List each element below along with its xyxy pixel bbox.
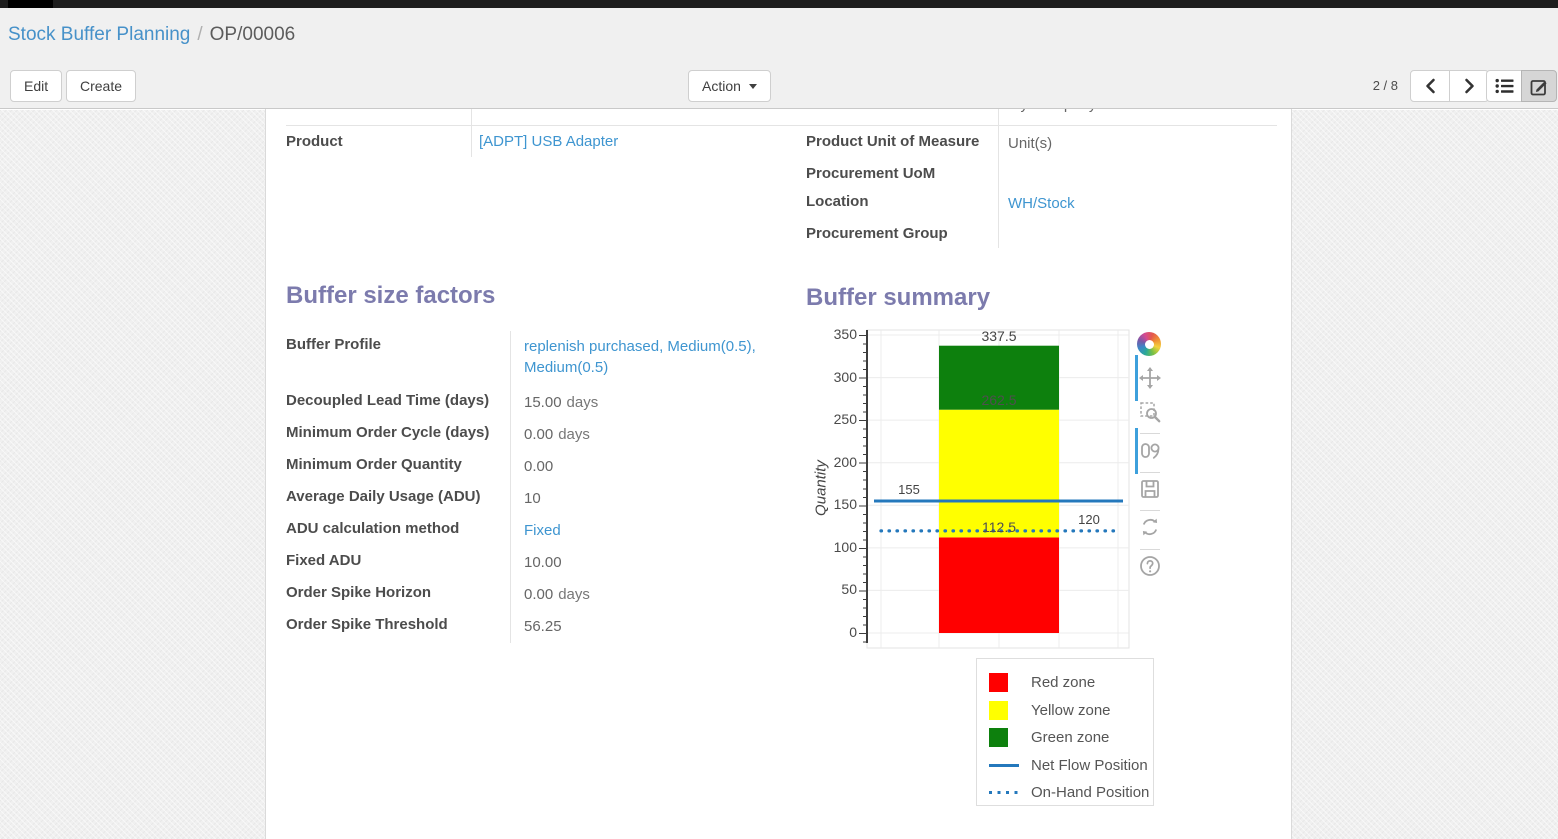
pan-icon[interactable]: [1138, 366, 1162, 390]
reset-axes-icon[interactable]: [1138, 515, 1162, 539]
red-zone-bar: [939, 537, 1059, 633]
red-top-label: 112.5: [982, 519, 1016, 535]
pager-nav: [1410, 70, 1489, 102]
field-row: Order Spike Threshold 56.25: [286, 611, 796, 643]
product-uom-label: Product Unit of Measure: [806, 133, 979, 150]
save-snapshot-icon[interactable]: [1138, 477, 1162, 501]
ytick-50: 50: [805, 581, 857, 597]
top-navbar: [0, 0, 1558, 8]
ytick-250: 250: [805, 411, 857, 427]
green-top-label: 337.5: [981, 328, 1016, 344]
ytick-0: 0: [805, 624, 857, 640]
company-value-clipped: My Company: [1008, 109, 1096, 113]
field-row: Average Daily Usage (ADU) 10: [286, 483, 796, 515]
on-hand-label: 120: [1078, 512, 1100, 527]
ytick-350: 350: [805, 326, 857, 342]
breadcrumb-parent-link[interactable]: Stock Buffer Planning: [8, 24, 190, 45]
procurement-group-label: Procurement Group: [806, 225, 948, 242]
buffer-size-factors-title: Buffer size factors: [286, 282, 495, 310]
location-value-link[interactable]: WH/Stock: [1008, 195, 1075, 212]
net-flow-label: 155: [898, 482, 920, 497]
field-row: Minimum Order Quantity 0.00: [286, 451, 796, 483]
box-zoom-icon[interactable]: [1138, 400, 1162, 424]
green-zone-swatch: [989, 728, 1008, 747]
product-uom-value: Unit(s): [1008, 135, 1052, 152]
ytick-100: 100: [805, 539, 857, 555]
buffer-factors-table: Buffer Profile replenish purchased, Medi…: [286, 331, 796, 643]
legend-item-net-flow[interactable]: Net Flow Position: [989, 752, 1153, 780]
buffer-profile-link[interactable]: replenish purchased, Medium(0.5), Medium…: [524, 338, 756, 376]
red-zone-swatch: [989, 673, 1008, 692]
action-label: Action: [702, 78, 741, 94]
action-dropdown-button[interactable]: Action: [688, 70, 771, 102]
procurement-uom-label: Procurement UoM: [806, 165, 935, 182]
breadcrumb-separator: /: [197, 24, 202, 45]
field-row: Order Spike Horizon 0.00days: [286, 579, 796, 611]
top-navbar-segment: [8, 0, 53, 8]
form-sheet: My Company Product [ADPT] USB Adapter Pr…: [265, 109, 1292, 839]
content-background: My Company Product [ADPT] USB Adapter Pr…: [0, 110, 1558, 839]
plotly-logo-icon[interactable]: [1137, 332, 1161, 356]
product-label: Product: [286, 133, 343, 150]
legend-item-green-zone[interactable]: Green zone: [989, 724, 1153, 752]
app-window: Stock Buffer Planning / OP/00006 Edit Crea…: [0, 0, 1558, 839]
buffer-summary-title: Buffer summary: [806, 284, 990, 312]
yellow-zone-swatch: [989, 701, 1008, 720]
view-switcher: [1486, 70, 1557, 102]
next-record-button[interactable]: [1449, 70, 1489, 102]
action-caret-icon: [749, 84, 757, 89]
buffer-chart[interactable]: 337.5 262.5 112.5 155 120 350 300 250 20…: [801, 325, 1181, 665]
record-pager: 2 / 8: [1330, 70, 1398, 102]
previous-record-button[interactable]: [1410, 70, 1450, 102]
chevron-left-icon: [1425, 78, 1436, 94]
control-panel: Stock Buffer Planning / OP/00006 Edit Crea…: [0, 8, 1558, 109]
field-row: Minimum Order Cycle (days) 0.00days: [286, 419, 796, 451]
legend-item-on-hand[interactable]: On-Hand Position: [989, 779, 1153, 807]
breadcrumb: Stock Buffer Planning / OP/00006: [8, 22, 295, 48]
adu-method-link[interactable]: Fixed: [524, 522, 561, 539]
breadcrumb-current: OP/00006: [210, 24, 296, 45]
legend-item-red-zone[interactable]: Red zone: [989, 669, 1153, 697]
form-view-button[interactable]: [1521, 70, 1557, 102]
help-icon[interactable]: [1138, 554, 1162, 578]
form-view-icon: [1530, 77, 1549, 96]
y-axis-minor-ticks: [863, 335, 867, 643]
product-value-link[interactable]: [ADPT] USB Adapter: [479, 133, 618, 150]
edit-button[interactable]: Edit: [10, 70, 62, 102]
y-axis-title: Quantity: [813, 460, 830, 516]
clipped-row-company: My Company: [286, 109, 1277, 126]
net-flow-line-swatch: [989, 764, 1019, 767]
list-view-button[interactable]: [1486, 70, 1522, 102]
field-row: Fixed ADU 10.00: [286, 547, 796, 579]
chevron-right-icon: [1464, 78, 1475, 94]
ytick-300: 300: [805, 369, 857, 385]
yellow-top-label: 262.5: [981, 392, 1016, 408]
field-row: Buffer Profile replenish purchased, Medi…: [286, 331, 796, 387]
compare-hover-icon[interactable]: [1138, 439, 1162, 463]
location-label: Location: [806, 193, 869, 210]
field-row: ADU calculation method Fixed: [286, 515, 796, 547]
create-button[interactable]: Create: [66, 70, 136, 102]
chart-plot-area[interactable]: 337.5 262.5 112.5 155 120: [801, 325, 1181, 665]
chart-legend: Red zone Yellow zone Green zone Net Flow…: [976, 658, 1154, 806]
legend-item-yellow-zone[interactable]: Yellow zone: [989, 697, 1153, 725]
field-row: Decoupled Lead Time (days) 15.00days: [286, 387, 796, 419]
list-view-icon: [1495, 78, 1514, 94]
on-hand-line-swatch: [989, 791, 1019, 794]
